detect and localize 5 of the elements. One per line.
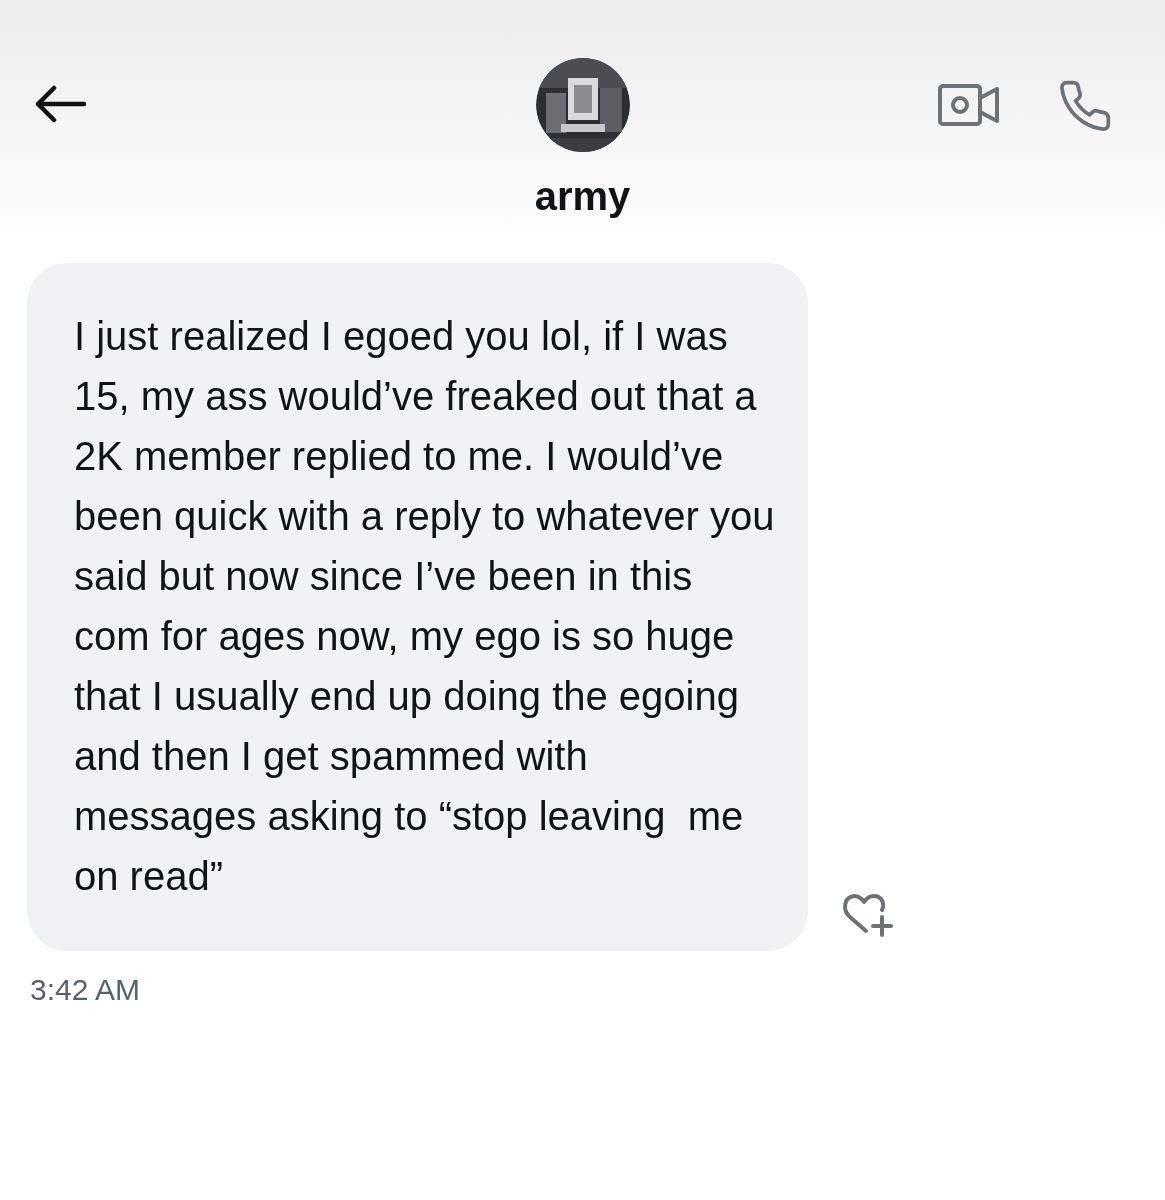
message-bubble: I just realized I egoed you lol, if I was 15, my ass would’ve freaked out that a 2K member replied to me. I would’ve been quick with a reply to whatever you said but now since I’ve been in this com for ages now, my ego is so huge that I usually end up doing the egoing and then I get spammed with messages asking to “stop leaving me on read” (27, 263, 808, 951)
message-time: 3:42 AM (30, 972, 142, 1008)
back-arrow-icon[interactable] (34, 84, 86, 124)
video-camera-icon[interactable] (938, 82, 1000, 128)
contact-name: army (534, 173, 631, 220)
